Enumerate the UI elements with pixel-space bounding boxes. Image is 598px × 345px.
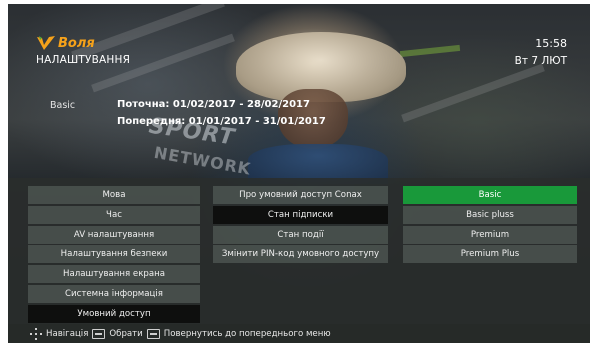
menu-item-av-settings[interactable]: AV налаштування [28,225,200,244]
previous-period: Попередня: 01/01/2017 - 31/01/2017 [117,116,326,127]
current-period: Поточна: 01/02/2017 - 28/02/2017 [117,99,310,110]
submenu-item-subscription-status[interactable]: Стан підписки [213,205,388,224]
menu-item-time[interactable]: Час [28,205,200,224]
package-list: Basic Basic pluss Premium Premium Plus [403,186,577,265]
submenu-item-about-conax[interactable]: Про умовний доступ Conax [213,186,388,204]
menu-item-conditional-access[interactable]: Умовний доступ [28,304,200,323]
hint-back: Повернутись до попереднього меню [163,328,331,339]
package-item-basic-pluss[interactable]: Basic pluss [403,205,577,224]
clock: 15:58 [535,37,567,50]
package-item-basic[interactable]: Basic [403,186,577,204]
bg-green-bar [399,44,461,58]
package-item-premium-plus[interactable]: Premium Plus [403,245,577,264]
logo-text: Воля [58,35,95,51]
hint-navigate: Навігація [46,328,89,339]
back-key-icon [146,328,160,339]
settings-menu: Мова Час AV налаштування Налаштування бе… [8,178,590,324]
menu-item-screen[interactable]: Налаштування екрана [28,265,200,284]
bg-beam [401,63,545,123]
menu-item-system-info[interactable]: Системна інформація [28,284,200,303]
ok-key-icon [92,328,106,339]
package-name: Basic [50,100,76,111]
brand-logo: Воля [36,34,95,52]
menu-item-security[interactable]: Налаштування безпеки [28,245,200,264]
logo-v-icon [37,36,55,50]
hint-bar: Навігація Обрати Повернутись до попередн… [8,324,590,343]
submenu: Про умовний доступ Conax Стан підписки С… [213,186,388,265]
main-menu: Мова Час AV налаштування Налаштування бе… [28,186,200,325]
dpad-icon [30,327,42,340]
date: Вт 7 ЛЮТ [514,55,567,67]
hint-select: Обрати [109,328,143,339]
submenu-item-change-pin[interactable]: Змінити PIN-код умовного доступу [213,245,388,264]
menu-item-language[interactable]: Мова [28,186,200,204]
page-title: НАЛАШТУВАННЯ [36,54,131,66]
package-item-premium[interactable]: Premium [403,225,577,244]
tv-screen: SPORT NETWORK Воля НАЛАШТУВАННЯ 15:58 Вт… [0,0,598,345]
submenu-item-event-status[interactable]: Стан події [213,225,388,244]
